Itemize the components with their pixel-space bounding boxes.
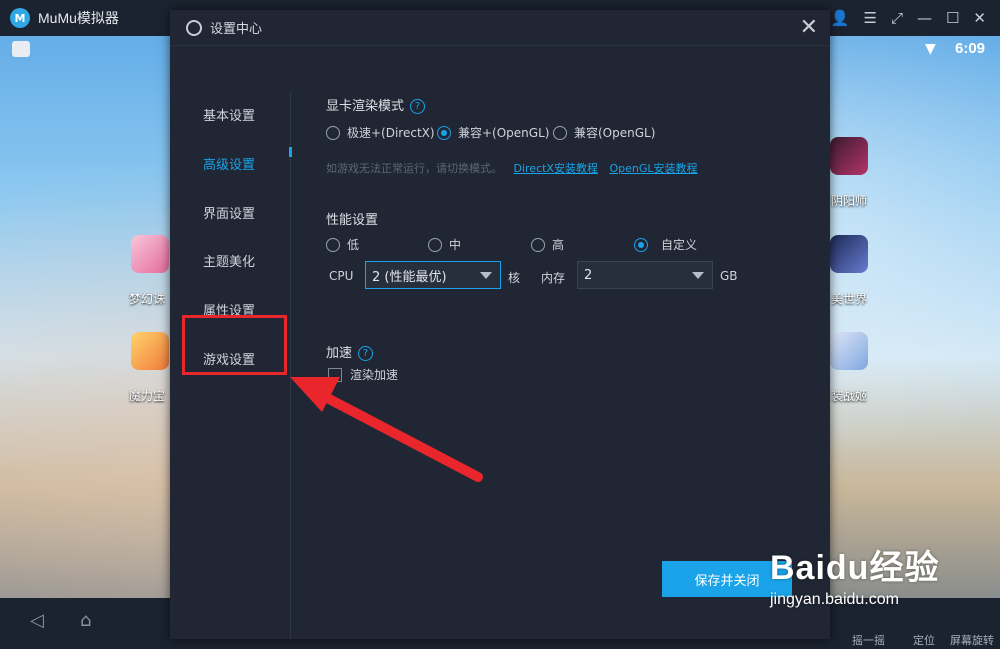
- baidu-watermark: Baidu经验 jingyan.baidu.com: [770, 540, 939, 609]
- watermark-url: jingyan.baidu.com: [770, 591, 899, 608]
- watermark-brand: Baidu经验: [770, 549, 940, 587]
